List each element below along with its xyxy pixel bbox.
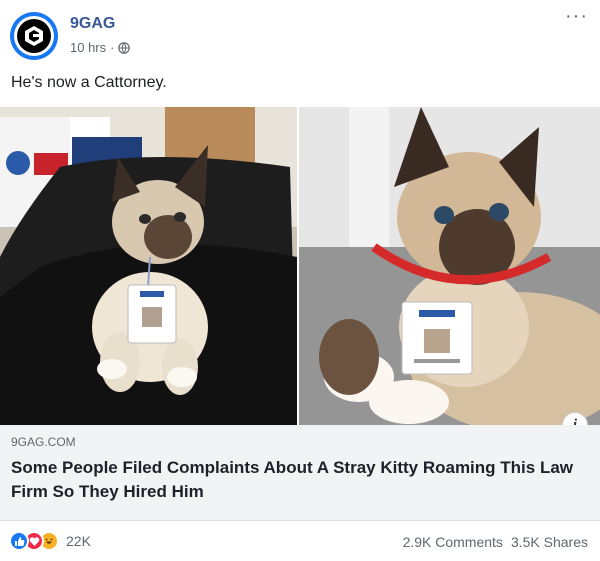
page-avatar[interactable] bbox=[10, 12, 58, 60]
meta-separator: · bbox=[110, 40, 115, 55]
facebook-post: 9GAG 10 hrs · ··· He's now a Cattorney. bbox=[0, 0, 600, 561]
avatar-ring bbox=[14, 16, 54, 56]
reaction-count: 22K bbox=[66, 533, 91, 549]
post-photos[interactable]: i bbox=[0, 107, 600, 438]
post-time[interactable]: 10 hrs bbox=[70, 40, 106, 55]
comments-count-link[interactable]: 2.9K Comments bbox=[403, 534, 503, 550]
engagement-counts: 2.9K Comments 3.5K Shares bbox=[403, 534, 588, 550]
photo-kitten-on-chair[interactable] bbox=[0, 107, 297, 425]
link-preview[interactable]: 9GAG.COM Some People Filed Complaints Ab… bbox=[0, 425, 600, 521]
globe-icon bbox=[118, 41, 131, 54]
like-icon bbox=[9, 531, 29, 551]
link-title[interactable]: Some People Filed Complaints About A Str… bbox=[11, 456, 591, 504]
post-caption: He's now a Cattorney. bbox=[11, 74, 167, 91]
link-domain: 9GAG.COM bbox=[11, 435, 76, 449]
post-footer: 22K 2.9K Comments 3.5K Shares bbox=[0, 522, 600, 561]
post-meta: 10 hrs · bbox=[70, 40, 131, 55]
reaction-summary[interactable]: 22K bbox=[9, 531, 91, 551]
9gag-logo-icon bbox=[17, 19, 51, 53]
ellipsis-icon[interactable]: ··· bbox=[565, 6, 588, 26]
photo-cat-with-badge[interactable] bbox=[299, 107, 600, 425]
post-header: 9GAG 10 hrs · ··· bbox=[0, 0, 600, 64]
shares-count-link[interactable]: 3.5K Shares bbox=[511, 534, 588, 550]
page-name-link[interactable]: 9GAG bbox=[70, 15, 115, 33]
